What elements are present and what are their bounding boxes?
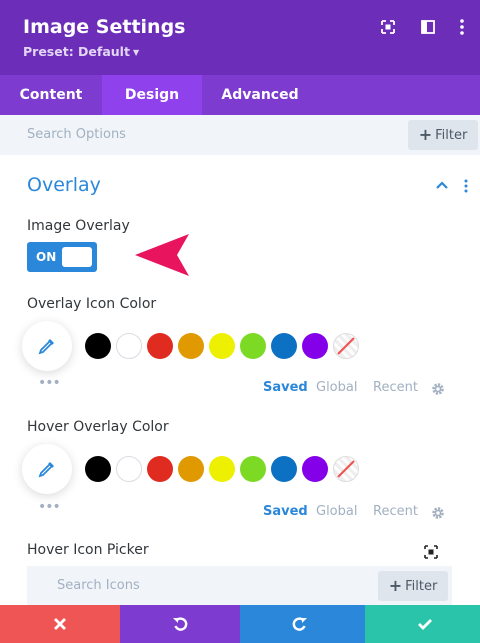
saved-colors-tab[interactable]: Saved xyxy=(263,380,308,395)
image-overlay-toggle[interactable]: ON xyxy=(27,242,97,272)
toggle-knob xyxy=(62,247,92,267)
filter-label: Filter xyxy=(405,579,438,594)
image-overlay-label: Image Overlay xyxy=(27,218,130,234)
global-colors-tab[interactable]: Global xyxy=(316,504,357,519)
modal-footer xyxy=(0,605,480,643)
preset-dropdown[interactable]: Preset: Default ▼ xyxy=(23,44,139,59)
hover-icon-picker-label: Hover Icon Picker xyxy=(27,542,149,558)
color-swatch[interactable] xyxy=(271,333,297,359)
color-swatch[interactable] xyxy=(240,333,266,359)
cancel-button[interactable] xyxy=(0,605,120,643)
plus-icon: + xyxy=(388,576,403,595)
sidebar-icon[interactable] xyxy=(418,17,438,37)
tab-advanced[interactable]: Advanced xyxy=(202,75,318,115)
overlay-icon-color-label: Overlay Icon Color xyxy=(27,296,157,312)
color-swatch[interactable] xyxy=(178,456,204,482)
tab-design[interactable]: Design xyxy=(102,75,202,115)
target-icon[interactable] xyxy=(424,545,438,559)
tab-content[interactable]: Content xyxy=(0,75,102,115)
modal-header: Image Settings Preset: Default ▼ xyxy=(0,0,480,75)
color-swatch[interactable] xyxy=(116,456,142,482)
preset-label: Preset: Default xyxy=(23,44,130,59)
color-swatch[interactable] xyxy=(147,456,173,482)
hover-overlay-color-label: Hover Overlay Color xyxy=(27,419,169,435)
gear-icon[interactable] xyxy=(431,382,445,396)
filter-button[interactable]: + Filter xyxy=(408,120,478,150)
search-options-bar: Search Options + Filter xyxy=(0,115,480,155)
section-menu-icon[interactable] xyxy=(462,179,470,193)
icon-filter-button[interactable]: + Filter xyxy=(378,571,448,601)
filter-label: Filter xyxy=(435,128,468,143)
saved-colors-tab[interactable]: Saved xyxy=(263,504,308,519)
color-swatch[interactable] xyxy=(209,456,235,482)
more-colors-icon[interactable]: ••• xyxy=(38,375,61,391)
eyedropper-icon xyxy=(38,339,54,355)
color-swatch[interactable] xyxy=(302,333,328,359)
redo-button[interactable] xyxy=(240,605,365,643)
undo-icon xyxy=(173,617,188,631)
search-icons-input[interactable]: Search Icons xyxy=(57,578,140,593)
save-button[interactable] xyxy=(365,605,480,643)
pointer-arrow-icon xyxy=(135,234,189,276)
chevron-up-icon[interactable] xyxy=(435,179,449,191)
color-swatch[interactable] xyxy=(116,333,142,359)
recent-colors-tab[interactable]: Recent xyxy=(373,504,418,519)
close-icon xyxy=(54,618,66,630)
search-options-input[interactable]: Search Options xyxy=(27,127,126,142)
color-swatch[interactable] xyxy=(85,333,111,359)
color-swatch[interactable] xyxy=(271,456,297,482)
redo-icon xyxy=(292,617,307,631)
toggle-state-text: ON xyxy=(36,250,57,264)
color-swatch[interactable] xyxy=(209,333,235,359)
global-colors-tab[interactable]: Global xyxy=(316,380,357,395)
more-colors-icon[interactable]: ••• xyxy=(38,499,61,515)
color-swatch[interactable] xyxy=(85,456,111,482)
gear-icon[interactable] xyxy=(431,506,445,520)
undo-button[interactable] xyxy=(120,605,240,643)
plus-icon: + xyxy=(418,125,433,144)
recent-colors-tab[interactable]: Recent xyxy=(373,380,418,395)
settings-tabs: Content Design Advanced xyxy=(0,75,480,115)
eyedropper-button[interactable] xyxy=(22,444,72,494)
reset-color-icon[interactable] xyxy=(333,333,359,359)
check-icon xyxy=(418,619,432,630)
color-swatch[interactable] xyxy=(178,333,204,359)
color-swatch[interactable] xyxy=(302,456,328,482)
eyedropper-button[interactable] xyxy=(22,321,72,371)
modal-title: Image Settings xyxy=(23,16,186,38)
expand-icon[interactable] xyxy=(378,17,398,37)
reset-color-icon[interactable] xyxy=(333,456,359,482)
color-swatch[interactable] xyxy=(147,333,173,359)
section-title[interactable]: Overlay xyxy=(27,174,101,196)
icon-search-bar: Search Icons + Filter xyxy=(27,566,452,606)
color-swatch[interactable] xyxy=(240,456,266,482)
caret-down-icon: ▼ xyxy=(132,48,140,57)
more-vertical-icon[interactable] xyxy=(452,17,472,37)
eyedropper-icon xyxy=(38,462,54,478)
